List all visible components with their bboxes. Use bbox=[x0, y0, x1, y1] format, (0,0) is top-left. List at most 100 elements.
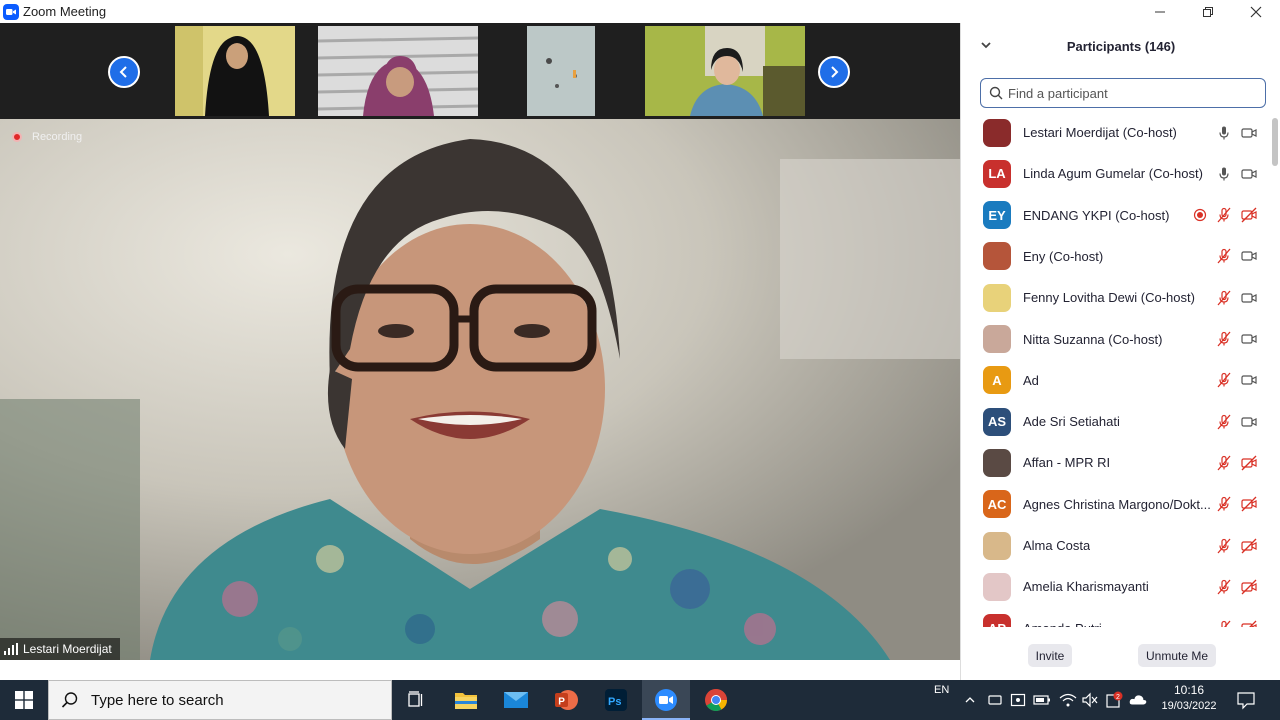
chevron-down-icon[interactable] bbox=[979, 38, 993, 52]
minimize-button[interactable] bbox=[1136, 0, 1184, 23]
participant-avatar bbox=[983, 325, 1011, 353]
participant-row[interactable]: AC Agnes Christina Margono/Dokt... bbox=[961, 484, 1273, 525]
battery-icon[interactable] bbox=[1033, 691, 1051, 709]
participant-row[interactable]: Fenny Lovitha Dewi (Co-host) bbox=[961, 277, 1273, 318]
microphone-icon[interactable] bbox=[1215, 165, 1233, 183]
participant-video-thumbnail[interactable] bbox=[527, 26, 595, 116]
participants-header: Participants (146) bbox=[961, 23, 1280, 69]
powerpoint-button[interactable]: P bbox=[542, 680, 590, 720]
microphone-muted-icon[interactable] bbox=[1215, 247, 1233, 265]
tray-meet-now-icon[interactable] bbox=[986, 691, 1004, 709]
volume-muted-icon[interactable] bbox=[1081, 691, 1099, 709]
video-camera-icon[interactable] bbox=[1240, 165, 1258, 183]
participants-panel: Participants (146) Lestari Moerdijat (Co… bbox=[960, 23, 1280, 680]
mail-button[interactable] bbox=[492, 680, 540, 720]
video-camera-icon[interactable] bbox=[1240, 413, 1258, 431]
microphone-muted-icon[interactable] bbox=[1215, 371, 1233, 389]
microphone-muted-icon[interactable] bbox=[1215, 454, 1233, 472]
search-icon bbox=[61, 692, 78, 708]
participant-row[interactable]: Lestari Moerdijat (Co-host) bbox=[961, 112, 1273, 153]
speaker-muted-icon bbox=[1082, 692, 1098, 708]
restore-button[interactable] bbox=[1184, 0, 1232, 23]
close-icon bbox=[1250, 6, 1262, 17]
chevron-right-icon bbox=[831, 66, 839, 78]
participant-search-input[interactable] bbox=[1008, 85, 1248, 101]
participant-row[interactable]: Alma Costa bbox=[961, 525, 1273, 566]
title-bar: Zoom Meeting bbox=[0, 0, 1280, 23]
participant-row[interactable]: AS Ade Sri Setiahati bbox=[961, 401, 1273, 442]
close-button[interactable] bbox=[1232, 0, 1280, 23]
video-camera-off-icon[interactable] bbox=[1240, 578, 1258, 596]
participant-search[interactable] bbox=[980, 78, 1266, 108]
microphone-muted-icon[interactable] bbox=[1215, 578, 1233, 596]
video-camera-icon[interactable] bbox=[1240, 124, 1258, 142]
previous-page-button[interactable] bbox=[108, 56, 140, 88]
participant-row[interactable]: AP Amanda Putri bbox=[961, 608, 1273, 627]
participant-list-scrollbar[interactable] bbox=[1271, 118, 1279, 628]
wifi-icon[interactable] bbox=[1059, 691, 1077, 709]
microphone-muted-icon[interactable] bbox=[1215, 537, 1233, 555]
chrome-button[interactable] bbox=[692, 680, 740, 720]
microphone-muted-icon[interactable] bbox=[1215, 495, 1233, 513]
video-camera-icon[interactable] bbox=[1240, 289, 1258, 307]
scrollbar-thumb[interactable] bbox=[1272, 118, 1278, 166]
video-camera-off-icon[interactable] bbox=[1240, 619, 1258, 627]
file-explorer-button[interactable] bbox=[442, 680, 490, 720]
speaker-video-image bbox=[0, 119, 960, 660]
action-center-button[interactable] bbox=[1236, 690, 1256, 710]
video-camera-icon[interactable] bbox=[1240, 371, 1258, 389]
task-view-button[interactable] bbox=[392, 680, 440, 720]
participant-video-image bbox=[175, 26, 295, 116]
participant-row[interactable]: Affan - MPR RI bbox=[961, 442, 1273, 483]
participant-avatar: AS bbox=[983, 407, 1011, 436]
chevron-left-icon bbox=[119, 66, 127, 78]
participant-video-thumbnail[interactable] bbox=[175, 26, 295, 116]
video-camera-off-icon[interactable] bbox=[1240, 495, 1258, 513]
windows-taskbar: Type here to search P Ps EN 2 10:16 19/0… bbox=[0, 680, 1280, 720]
participant-row[interactable]: EY ENDANG YKPI (Co-host) bbox=[961, 195, 1273, 236]
participant-video-thumbnail[interactable] bbox=[645, 26, 805, 116]
zoom-taskbar-button[interactable] bbox=[642, 680, 690, 720]
notification-count: 2 bbox=[1116, 694, 1120, 701]
video-camera-off-icon[interactable] bbox=[1240, 454, 1258, 472]
minimize-icon bbox=[1155, 11, 1165, 12]
clock-time: 10:16 bbox=[1173, 683, 1205, 697]
language-indicator[interactable]: EN bbox=[934, 684, 949, 696]
show-hidden-icons-button[interactable] bbox=[961, 691, 979, 709]
participant-row[interactable]: Nitta Suzanna (Co-host) bbox=[961, 319, 1273, 360]
photoshop-button[interactable]: Ps bbox=[592, 680, 640, 720]
video-camera-icon[interactable] bbox=[1240, 247, 1258, 265]
video-camera-off-icon[interactable] bbox=[1240, 206, 1258, 224]
taskbar-search-box[interactable]: Type here to search bbox=[48, 680, 392, 720]
taskbar-search-placeholder: Type here to search bbox=[91, 691, 224, 709]
clock[interactable]: 10:16 19/03/2022 bbox=[1158, 683, 1220, 712]
participant-video-thumbnail[interactable] bbox=[318, 26, 478, 116]
participant-video-image bbox=[318, 26, 478, 116]
participant-row[interactable]: LA Linda Agum Gumelar (Co-host) bbox=[961, 153, 1273, 194]
participant-video-image bbox=[527, 26, 595, 116]
invite-button[interactable]: Invite bbox=[1028, 644, 1072, 667]
unmute-me-button[interactable]: Unmute Me bbox=[1138, 644, 1216, 667]
participant-name: Amelia Kharismayanti bbox=[1023, 579, 1149, 595]
participant-avatar: LA bbox=[983, 159, 1011, 188]
video-camera-off-icon[interactable] bbox=[1240, 537, 1258, 555]
microphone-muted-icon[interactable] bbox=[1215, 206, 1233, 224]
onedrive-icon[interactable] bbox=[1129, 691, 1147, 709]
microphone-muted-icon[interactable] bbox=[1215, 619, 1233, 627]
svg-text:P: P bbox=[558, 697, 565, 708]
next-page-button[interactable] bbox=[818, 56, 850, 88]
participant-row[interactable]: Amelia Kharismayanti bbox=[961, 566, 1273, 607]
participant-row[interactable]: Eny (Co-host) bbox=[961, 236, 1273, 277]
microphone-muted-icon[interactable] bbox=[1215, 413, 1233, 431]
microphone-muted-icon[interactable] bbox=[1215, 289, 1233, 307]
notification-badge-app[interactable]: 2 bbox=[1105, 691, 1123, 709]
video-camera-icon[interactable] bbox=[1240, 330, 1258, 348]
microphone-icon[interactable] bbox=[1215, 124, 1233, 142]
tray-app-icon[interactable] bbox=[1009, 691, 1027, 709]
participants-footer: Invite Unmute Me bbox=[961, 639, 1280, 669]
recording-label: Recording bbox=[32, 131, 83, 143]
svg-text:Ps: Ps bbox=[608, 696, 621, 708]
start-button[interactable] bbox=[0, 680, 48, 720]
microphone-muted-icon[interactable] bbox=[1215, 330, 1233, 348]
participant-row[interactable]: A Ad bbox=[961, 360, 1273, 401]
